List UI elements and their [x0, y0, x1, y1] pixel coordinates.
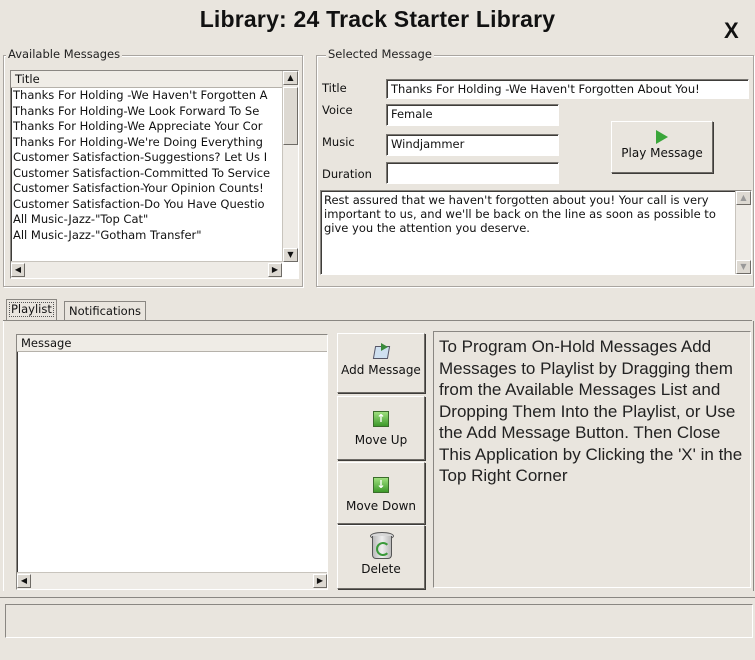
close-button[interactable]: X [724, 18, 739, 44]
play-message-label: Play Message [621, 146, 703, 160]
move-up-button[interactable]: ↑ Move Up [337, 396, 425, 460]
add-message-button[interactable]: Add Message [337, 333, 425, 393]
title-label: Title [322, 81, 347, 95]
available-messages-list[interactable]: Title Thanks For Holding -We Haven't For… [10, 70, 299, 279]
add-message-icon [372, 343, 391, 359]
available-message-item[interactable]: Customer Satisfaction-Committed To Servi… [11, 166, 278, 182]
move-down-label: Move Down [346, 499, 416, 513]
description-scrollbar[interactable]: ▲ ▼ [735, 191, 751, 274]
recycle-bin-icon [369, 530, 394, 560]
scroll-left-button[interactable]: ◀ [11, 263, 25, 277]
voice-label: Voice [322, 103, 353, 117]
description-scroll-down[interactable]: ▼ [736, 260, 751, 274]
available-messages-legend: Available Messages [6, 47, 123, 61]
delete-button[interactable]: Delete [337, 525, 425, 589]
move-up-label: Move Up [354, 433, 408, 447]
column-header-message[interactable]: Message [17, 335, 327, 352]
description-scroll-up[interactable]: ▲ [736, 191, 751, 205]
selected-message-legend: Selected Message [326, 47, 434, 61]
voice-field[interactable]: Female [386, 104, 559, 126]
scroll-thumb[interactable] [283, 87, 298, 145]
tab-playlist[interactable]: Playlist [6, 299, 57, 320]
available-message-item[interactable]: Thanks For Holding-We're Doing Everythin… [11, 135, 278, 151]
music-field[interactable]: Windjammer [386, 134, 559, 156]
available-message-item[interactable]: Customer Satisfaction-Suggestions? Let U… [11, 150, 278, 166]
available-message-item[interactable]: Thanks For Holding-We Look Forward To Se [11, 104, 278, 120]
title-field[interactable]: Thanks For Holding -We Haven't Forgotten… [386, 79, 749, 99]
move-down-button[interactable]: ↓ Move Down [337, 462, 425, 524]
instructions-panel: To Program On-Hold Messages Add Messages… [433, 331, 751, 588]
duration-field[interactable] [386, 162, 559, 184]
available-horizontal-scrollbar[interactable]: ◀ ▶ [11, 261, 282, 278]
music-label: Music [322, 135, 355, 149]
available-message-item[interactable]: Customer Satisfaction-Your Opinion Count… [11, 181, 278, 197]
play-icon [656, 130, 668, 144]
column-header-title[interactable]: Title [11, 71, 282, 88]
instructions-text: To Program On-Hold Messages Add Messages… [439, 337, 743, 485]
playlist-scroll-left[interactable]: ◀ [17, 574, 31, 588]
scroll-right-button[interactable]: ▶ [268, 263, 282, 277]
status-bar-divider [0, 597, 755, 598]
scroll-up-button[interactable]: ▲ [283, 71, 298, 85]
available-message-item[interactable]: All Music-Jazz-"Top Cat" [11, 212, 278, 228]
scroll-down-button[interactable]: ▼ [283, 248, 298, 262]
playlist-horizontal-scrollbar[interactable]: ◀ ▶ [17, 572, 327, 589]
available-message-item[interactable]: Thanks For Holding-We Appreciate Your Co… [11, 119, 278, 135]
play-message-button[interactable]: Play Message [611, 121, 713, 173]
duration-label: Duration [322, 167, 372, 181]
tab-notifications[interactable]: Notifications [64, 301, 146, 320]
playlist-scroll-right[interactable]: ▶ [313, 574, 327, 588]
available-message-item[interactable]: Thanks For Holding -We Haven't Forgotten… [11, 88, 278, 104]
available-messages-items: Thanks For Holding -We Haven't Forgotten… [11, 88, 278, 243]
available-vertical-scrollbar[interactable]: ▲ ▼ [282, 71, 298, 262]
message-description-box[interactable]: Rest assured that we haven't forgotten a… [320, 190, 752, 275]
arrow-down-icon: ↓ [373, 477, 389, 493]
arrow-up-icon: ↑ [373, 411, 389, 427]
status-bar [5, 604, 753, 638]
available-message-item[interactable]: Customer Satisfaction-Do You Have Questi… [11, 197, 278, 213]
available-message-item[interactable]: All Music-Jazz-"Gotham Transfer" [11, 228, 278, 244]
add-message-label: Add Message [341, 363, 421, 377]
window-title: Library: 24 Track Starter Library [199, 6, 556, 32]
delete-label: Delete [361, 562, 401, 576]
playlist-list[interactable]: Message ◀ ▶ [16, 334, 328, 590]
message-description-text: Rest assured that we haven't forgotten a… [324, 193, 716, 235]
